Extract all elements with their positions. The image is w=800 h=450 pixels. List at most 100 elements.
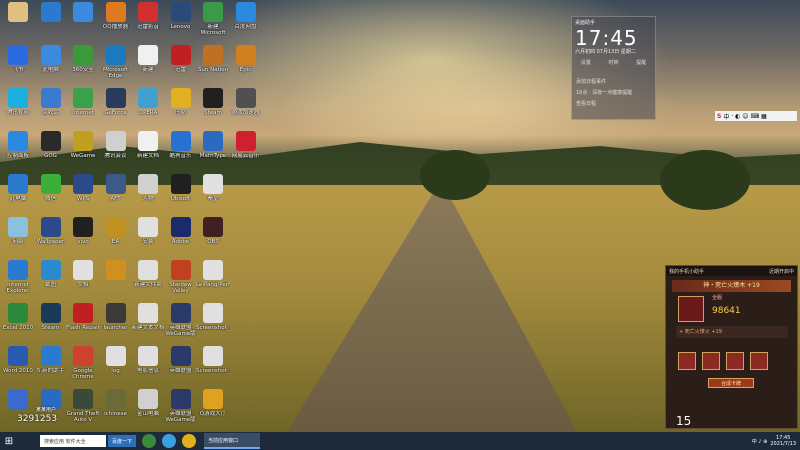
desktop-icon[interactable]: 英雄联盟 — [165, 346, 197, 392]
desktop-icon-label: 安装 — [142, 239, 154, 245]
desktop-icon[interactable]: 文档 — [67, 260, 99, 306]
clock-line[interactable]: 添加日程事件 — [572, 76, 655, 87]
skill-slot-icon[interactable] — [750, 352, 768, 370]
taskbar-search[interactable]: 搜索应用 软件大全 — [40, 435, 106, 447]
desktop-icon[interactable]: 飞书 — [2, 45, 34, 91]
desktop-icon[interactable]: 新建 — [132, 45, 164, 91]
tray-icons[interactable]: 中 ♪ ⊕ — [752, 438, 768, 445]
app-icon[interactable] — [142, 434, 157, 448]
skill-slot-icon[interactable] — [702, 352, 720, 370]
desktop-icon[interactable]: 新建文档 — [132, 131, 164, 177]
clock-action[interactable]: 时钟 — [608, 59, 618, 66]
desktop-icon[interactable]: 360安全 — [67, 45, 99, 91]
desktop-icon[interactable]: 电影信息 — [132, 346, 164, 392]
desktop-icon[interactable]: EA — [100, 217, 132, 263]
baidu-search-button[interactable]: 百度一下 — [108, 435, 137, 447]
desktop-icon[interactable]: Screenshot_20210604 — [196, 303, 230, 349]
desktop-icon[interactable]: Adobe — [165, 217, 197, 263]
desktop-icon[interactable]: Excel 2010 — [2, 303, 34, 349]
desktop-icon[interactable]: Flash Repair — [66, 303, 100, 349]
desktop-icon[interactable]: Q游戏大厅 — [197, 389, 229, 432]
desktop-icon[interactable]: 截图 — [35, 260, 67, 306]
taskbar-active-window[interactable]: 当前应用窗口 — [204, 433, 261, 449]
app-icon[interactable] — [162, 434, 177, 448]
desktop-icon[interactable]: WeGame — [67, 131, 99, 177]
desktop-icon[interactable]: 拳皇 — [197, 174, 229, 220]
clock-widget[interactable]: 桌面助手 17:45 六月初四 07月13日 星期二 设置 时钟 提醒 添加日程… — [571, 16, 656, 120]
combine-button[interactable]: 合成卡牌 — [708, 378, 754, 388]
desktop-icon[interactable]: 控制面板 — [2, 131, 34, 177]
desktop-icon[interactable]: log — [100, 346, 132, 392]
desktop-icon[interactable]: 新建文件夹 — [132, 260, 164, 306]
desktop-icon[interactable]: MathType — [197, 131, 229, 177]
clock-line[interactable]: 查看日程 — [572, 98, 655, 109]
desktop-icon[interactable]: launcher — [100, 303, 132, 349]
desktop-icon[interactable]: 安装 — [132, 217, 164, 263]
desktop-icon[interactable]: Epic — [230, 45, 262, 91]
desktop-icon[interactable]: 迅雷 — [165, 45, 197, 91]
desktop-icon[interactable]: 回收站 — [35, 88, 67, 134]
desktop-icon[interactable]: 腾讯会议 — [100, 131, 132, 177]
desktop-icon[interactable]: Word 2010 — [2, 346, 34, 392]
desktop-icon[interactable]: 此电脑 — [35, 45, 67, 91]
desktop-icon[interactable]: GOG — [35, 131, 67, 177]
desktop-icon[interactable]: 人物 — [132, 174, 164, 220]
desktop-icon[interactable]: 5.新的助手 — [35, 346, 67, 392]
desktop-icon[interactable]: ichinese — [100, 389, 132, 432]
desktop-icon[interactable]: 网易云音乐 — [230, 131, 262, 177]
skill-slot-icon[interactable] — [678, 352, 696, 370]
desktop-icon[interactable] — [2, 2, 34, 48]
clock-line[interactable]: 16点 · 深夜一点健康提醒 — [572, 87, 655, 98]
desktop-icon[interactable]: OBS — [197, 217, 229, 263]
desktop-icon[interactable]: WPS — [67, 174, 99, 220]
desktop-icon[interactable] — [2, 389, 34, 432]
ime-mode[interactable]: 中 — [723, 112, 729, 121]
folder-icon[interactable] — [182, 434, 197, 448]
desktop-icon[interactable]: 微信 — [35, 174, 67, 220]
desktop-icon[interactable]: QQ播放器 — [100, 2, 132, 48]
desktop-icon[interactable]: 金山电脑 — [132, 389, 164, 432]
desktop-icon[interactable]: 网络 — [2, 217, 34, 263]
windows-start-icon[interactable]: ⊞ — [0, 432, 18, 450]
desktop-icon[interactable]: GeForce — [100, 88, 132, 134]
desktop-icon[interactable]: 百度网盘 — [230, 2, 262, 48]
desktop-icon[interactable]: 此电脑 — [2, 174, 34, 220]
desktop-icon[interactable]: Screenshot_20210604 — [196, 346, 230, 392]
desktop-icon[interactable]: 腾讯视频 — [2, 88, 34, 134]
desktop-icon[interactable] — [35, 2, 67, 48]
tray-clock[interactable]: 17:45 2021/7/13 — [770, 435, 796, 447]
desktop-icon[interactable]: 英雄联盟 WeGame版 — [165, 303, 197, 349]
desktop-icon[interactable]: Lenovo — [165, 2, 197, 48]
desktop-icon[interactable]: Grand Theft Auto V — [67, 389, 99, 432]
desktop-icon[interactable]: 英雄联盟 WeGame版 — [165, 389, 197, 432]
desktop-icon[interactable]: Steam — [197, 88, 229, 134]
skill-slot-icon[interactable] — [726, 352, 744, 370]
desktop-icon[interactable]: Steam — [35, 303, 67, 349]
clock-action[interactable]: 设置 — [581, 59, 591, 66]
desktop-icon[interactable]: 新建文本文档 — [131, 303, 165, 349]
desktop-icon[interactable]: Wallpaper — [35, 217, 67, 263]
desktop-icon[interactable]: LeiPang/Perf — [196, 260, 230, 306]
desktop-icon[interactable]: OPERA — [132, 88, 164, 134]
desktop-icon[interactable]: 新建Microsoft — [197, 2, 229, 48]
desktop-icon[interactable]: 迅雷影音 — [132, 2, 164, 48]
clock-action[interactable]: 提醒 — [636, 59, 646, 66]
desktop-icon[interactable]: AFT — [100, 174, 132, 220]
desktop-icon[interactable] — [100, 260, 132, 306]
desktop-icon[interactable]: Microsoft Edge — [100, 45, 132, 91]
desktop-icon[interactable]: Google Chrome — [67, 346, 99, 392]
app-icon — [40, 45, 61, 65]
desktop-icon[interactable]: Ubisoft — [165, 174, 197, 220]
desktop-icon[interactable] — [67, 2, 99, 48]
desktop-icon[interactable]: 压缩 — [165, 88, 197, 134]
desktop-icon[interactable]: Stardew Valley — [165, 260, 197, 306]
desktop-icon[interactable]: 酷狗音乐 — [165, 131, 197, 177]
game-overlay-panel[interactable]: 我的手机小助手 近期开启中 神・死亡火燎木 +19 全服 98641 + 死亡火… — [665, 265, 798, 429]
app-icon — [73, 174, 93, 194]
desktop-icon[interactable]: Sun Nation — [197, 45, 229, 91]
desktop-icon[interactable]: Internet — [67, 88, 99, 134]
desktop-icon[interactable]: Internet Explorer — [2, 260, 34, 306]
desktop-icon[interactable]: 游戏加速器 — [230, 88, 262, 134]
desktop-icon[interactable]: vivo — [67, 217, 99, 263]
ime-toolbar[interactable]: S 中 · ◐ ☺ ⌨ ▦ — [715, 111, 797, 121]
